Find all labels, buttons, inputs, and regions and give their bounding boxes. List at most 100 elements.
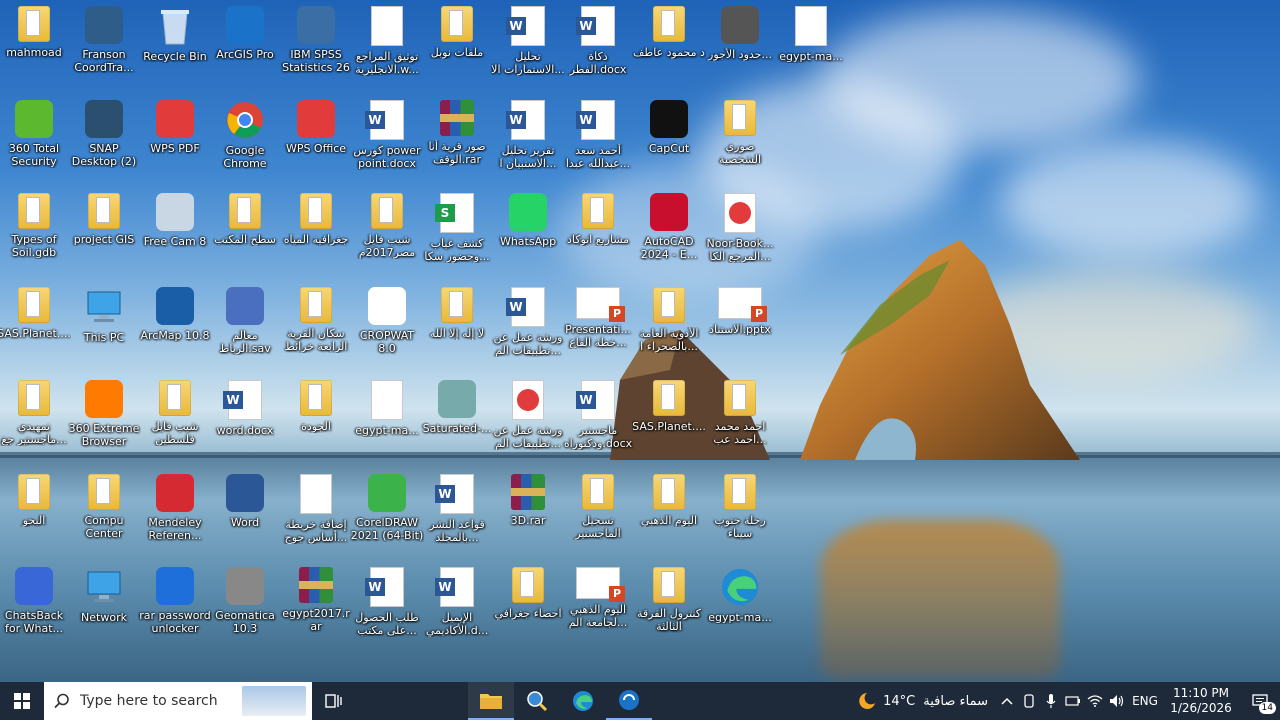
tray-microphone[interactable] — [1040, 682, 1062, 720]
desktop-icon-spss[interactable]: IBM SPSS Statistics 26 — [281, 2, 351, 92]
desktop-icon-noor-book[interactable]: Noor-Book... المرجع الكا... — [705, 189, 775, 279]
globe-magnifier-icon — [527, 691, 548, 712]
desktop-icon-al-yawm-2[interactable]: اليوم الذهبي لجامعة الم... — [563, 563, 633, 653]
taskbar-file-explorer[interactable] — [468, 682, 514, 720]
desktop-icon-shabab-falastin[interactable]: شيب فايل فلسطين — [140, 376, 210, 466]
desktop-icon-recycle[interactable]: Recycle Bin — [140, 2, 210, 92]
desktop-icon-al-bahth[interactable]: البحو — [0, 470, 69, 560]
desktop-icon-arcgis-pro[interactable]: ArcGIS Pro — [210, 2, 280, 92]
desktop-icon-mahmoad[interactable]: mahmoad — [0, 2, 69, 92]
word-document-icon — [576, 100, 615, 140]
desktop-icon-tamheedi[interactable]: تمهيدي ماجستير جغ... — [0, 376, 69, 466]
desktop-icon-word-app[interactable]: Word — [210, 470, 280, 560]
desktop-icon-geomatica[interactable]: Geomatica 10.3 — [210, 563, 280, 653]
desktop-icon-free-cam[interactable]: Free Cam 8 — [140, 189, 210, 279]
desktop-icon-power-point[interactable]: كورس power point.docx — [352, 96, 422, 186]
desktop-icon-google-earth[interactable]: حدود الأجور... — [705, 2, 775, 92]
desktop-icon-wps-pdf[interactable]: WPS PDF — [140, 96, 210, 186]
desktop-icon-rihla[interactable]: رحلة جنوب سيناء — [705, 470, 775, 560]
desktop-icon-talab[interactable]: طلب الحصول على مكتب... — [352, 563, 422, 653]
desktop-icon-this-pc[interactable]: This PC — [69, 283, 139, 373]
desktop-icon-sowar-qarya[interactable]: صور قرية أنا الوقف.rar — [422, 96, 492, 186]
weather-widget[interactable]: 14°C سماء صافية — [847, 682, 996, 720]
desktop-icon-snap[interactable]: SNAP Desktop (2) — [69, 96, 139, 186]
desktop-icon-kontrol[interactable]: كنترول الفرقة الثالثة — [634, 563, 704, 653]
clock-time: 11:10 PM — [1173, 686, 1229, 700]
desktop-icon-sowari[interactable]: صوري الشخصية — [705, 96, 775, 186]
desktop-icon-taqreer[interactable]: تقرير تحليل الاستبيان ا... — [493, 96, 563, 186]
desktop-icon-tahleel-istimarat[interactable]: تحليل الاستمارات الا... — [491, 2, 565, 92]
taskbar-arcmap[interactable] — [514, 682, 560, 720]
desktop-icon-al-jawda[interactable]: الجودة — [281, 376, 351, 466]
desktop-icon-tasjeel[interactable]: تسجيل الماجستير — [563, 470, 633, 560]
desktop-icon-skkan[interactable]: سكان القرية الرابعة خرائط — [281, 283, 351, 373]
desktop-icon-whatsapp[interactable]: WhatsApp — [493, 189, 563, 279]
language-indicator[interactable]: ENG — [1128, 682, 1162, 720]
desktop-icon-shabab-fail[interactable]: شيب فايل مصر2017م — [352, 189, 422, 279]
desktop-icon-egypt-ma-jpg[interactable]: egypt-ma... — [352, 376, 422, 466]
desktop-icon-coreldraw[interactable]: CorelDRAW 2021 (64-Bit) — [351, 470, 423, 560]
desktop-icon-3d-rar[interactable]: 3D.rar — [493, 470, 563, 560]
desktop-icon-compu-center[interactable]: Compu Center — [69, 470, 139, 560]
desktop-icon-chrome[interactable]: Google Chrome — [210, 96, 280, 186]
desktop-icon-chatsback[interactable]: ChatsBack for What... — [0, 563, 69, 653]
desktop-icon-warsha-1[interactable]: ورشة عمل عن تطبيقات الم... — [493, 283, 563, 373]
desktop-icon-mendeley[interactable]: Mendeley Referen... — [140, 470, 210, 560]
desktop-icon-saturated[interactable]: Saturated-... — [422, 376, 492, 466]
desktop-icon-tawtheeq[interactable]: توثيق المراجع الانجليزية.w... — [352, 2, 422, 92]
desktop-icon-ahmed-mohamed[interactable]: احمد محمد احمد عب... — [705, 376, 775, 466]
desktop-icon-ahmed-saad[interactable]: أحمد سعد عبدالله عبدا... — [563, 96, 633, 186]
desktop-icon-kashf[interactable]: كشف غياب وحضور سكا... — [422, 189, 492, 279]
desktop-icon-maalim[interactable]: معالم الرباط.sav — [210, 283, 280, 373]
desktop-icon-egypt-ma-1[interactable]: egypt-ma... — [776, 2, 846, 92]
tray-usb[interactable] — [1018, 682, 1040, 720]
desktop-icon-al-istinad[interactable]: الاستناد.pptx — [705, 283, 775, 373]
desktop-icon-ihsaa[interactable]: احصاء جغرافي — [493, 563, 563, 653]
desktop-icon-sas-planet-2[interactable]: SAS.Planet.... — [632, 376, 706, 466]
desktop-icon-sas-planet[interactable]: SAS.Planet.... — [0, 283, 71, 373]
desktop-icon-cropwat[interactable]: CROPWAT 8.0 — [352, 283, 422, 373]
desktop-icon-qawaid[interactable]: قواعد النشر بالمجلد... — [422, 470, 492, 560]
desktop-icon-label: SAS.Planet.... — [0, 327, 71, 340]
desktop-icon-mashareea[interactable]: مشاريع اتوكاد — [563, 189, 633, 279]
desktop-icon-la-ilah[interactable]: لا إله إلا الله — [422, 283, 492, 373]
desktop-icon-adwiya[interactable]: الأدوية العامة بالصحراء ا... — [634, 283, 704, 373]
desktop-icon-presentation[interactable]: Presentati... خطة القاع... — [563, 283, 633, 373]
desktop-icon-al-email[interactable]: الإيميل الأكاديمي.d... — [422, 563, 492, 653]
taskbar-arcgis[interactable] — [606, 682, 652, 720]
desktop[interactable]: mahmoad Franson CoordTra... Recycle Bin Arc… — [0, 0, 1280, 682]
desktop-icon-majister[interactable]: ماجستير ودكتوراه.docx — [563, 376, 633, 466]
desktop-icon-al-yawm[interactable]: اليوم الذهبي — [634, 470, 704, 560]
desktop-icon-malafat-nobel[interactable]: ملفات نوبل — [422, 2, 492, 92]
desktop-icon-360-browser[interactable]: 360 Extreme Browser — [69, 376, 139, 466]
action-center-button[interactable]: 14 — [1240, 682, 1280, 720]
desktop-icon-egypt-ma-edge[interactable]: egypt-ma... — [705, 563, 775, 653]
desktop-icon-idafa[interactable]: إضافة خريطة أساس جوج... — [281, 470, 351, 560]
desktop-icon-network[interactable]: Network — [69, 563, 139, 653]
tray-wifi[interactable] — [1084, 682, 1106, 720]
desktop-icon-franson[interactable]: Franson CoordTra... — [69, 2, 139, 92]
desktop-icon-rar-password[interactable]: rar password unlocker — [139, 563, 211, 653]
desktop-icon-word-docx[interactable]: word.docx — [210, 376, 280, 466]
desktop-icon-capcut[interactable]: CapCut — [634, 96, 704, 186]
taskbar-edge[interactable] — [560, 682, 606, 720]
desktop-icon-d-mahmoud[interactable]: د محمود عاطف — [633, 2, 705, 92]
desktop-icon-arcmap[interactable]: ArcMap 10.8 — [140, 283, 210, 373]
desktop-icon-sath-maktab[interactable]: سطح المكتب — [210, 189, 280, 279]
desktop-icon-geography-water[interactable]: جغرافية المياه — [281, 189, 351, 279]
desktop-icon-warsha-2[interactable]: ورشة عمل عن تطبيقات الم... — [493, 376, 563, 466]
task-view-button[interactable] — [312, 682, 356, 720]
desktop-icon-project-gis[interactable]: project GIS — [69, 189, 139, 279]
start-button[interactable] — [0, 682, 44, 720]
clock[interactable]: 11:10 PM 1/26/2026 — [1162, 682, 1240, 720]
desktop-icon-egypt2017[interactable]: egypt2017.rar — [281, 563, 351, 653]
desktop-icon-zakat[interactable]: ذكاة الفطر.docx — [563, 2, 633, 92]
show-hidden-icons[interactable] — [996, 682, 1018, 720]
desktop-icon-autocad[interactable]: AutoCAD 2024 - E... — [634, 189, 704, 279]
desktop-icon-wps-office[interactable]: WPS Office — [281, 96, 351, 186]
tray-volume[interactable] — [1106, 682, 1128, 720]
desktop-icon-types-soil[interactable]: Types of Soil.gdb — [0, 189, 69, 279]
desktop-icon-360-security[interactable]: 360 Total Security — [0, 96, 69, 186]
tray-battery[interactable] — [1062, 682, 1084, 720]
search-box[interactable]: Type here to search — [44, 682, 312, 720]
